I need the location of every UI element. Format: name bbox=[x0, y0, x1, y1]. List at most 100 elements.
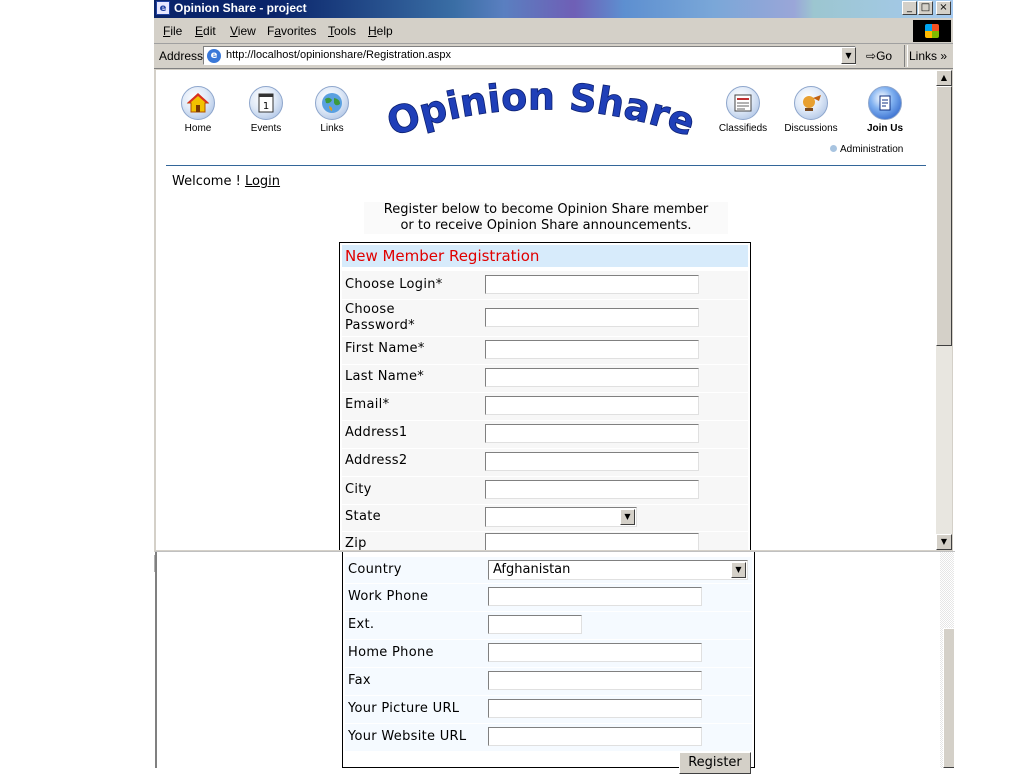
scroll-up-icon[interactable]: ▲ bbox=[936, 70, 952, 86]
home-icon bbox=[181, 86, 215, 120]
nav-links-label: Links bbox=[320, 123, 344, 134]
maximize-button[interactable]: □ bbox=[918, 1, 933, 15]
address-dropdown-button[interactable]: ▼ bbox=[841, 47, 856, 64]
password-field[interactable] bbox=[485, 308, 699, 327]
menu-edit[interactable]: Edit bbox=[195, 24, 216, 38]
address2-field[interactable] bbox=[485, 452, 699, 471]
login-link[interactable]: Login bbox=[245, 174, 280, 189]
email-field[interactable] bbox=[485, 396, 699, 415]
menu-file[interactable]: File bbox=[163, 24, 182, 38]
address1-field[interactable] bbox=[485, 424, 699, 443]
form-row: State ▼ bbox=[342, 504, 748, 531]
header-divider bbox=[166, 165, 926, 166]
nav-events[interactable]: 1 Events bbox=[236, 86, 296, 134]
join-icon bbox=[868, 86, 902, 120]
ext-field[interactable] bbox=[488, 615, 582, 634]
nav-join-us[interactable]: Join Us bbox=[855, 86, 915, 134]
form-row: Fax bbox=[345, 667, 752, 695]
home-phone-field[interactable] bbox=[488, 643, 702, 662]
field-label: Choose Password* bbox=[345, 302, 415, 333]
work-phone-field[interactable] bbox=[488, 587, 702, 606]
title-bar[interactable]: e Opinion Share - project _ □ × bbox=[154, 0, 953, 18]
zip-field[interactable] bbox=[485, 533, 699, 550]
welcome-text: Welcome ! Login bbox=[172, 174, 281, 189]
fax-field[interactable] bbox=[488, 671, 702, 690]
go-arrow-icon: ⇨ bbox=[866, 49, 877, 63]
first-name-field[interactable] bbox=[485, 340, 699, 359]
scroll-down-icon[interactable]: ▼ bbox=[936, 534, 952, 550]
nav-discussions-label: Discussions bbox=[784, 123, 838, 134]
links-button[interactable]: Links » bbox=[909, 49, 947, 63]
newspaper-icon bbox=[726, 86, 760, 120]
country-select[interactable]: Afghanistan ▼ bbox=[488, 560, 748, 580]
menu-tools[interactable]: Tools bbox=[328, 24, 356, 38]
bullet-icon bbox=[830, 145, 837, 152]
administration-link[interactable]: Administration bbox=[830, 144, 903, 155]
nav-discussions[interactable]: Discussions bbox=[781, 86, 841, 134]
nav-events-label: Events bbox=[250, 123, 282, 134]
field-label: Zip bbox=[345, 536, 367, 550]
form-header: New Member Registration bbox=[342, 245, 748, 267]
minimize-button[interactable]: _ bbox=[902, 1, 917, 15]
address-input[interactable]: e http://localhost/opinionshare/Registra… bbox=[203, 46, 856, 65]
nav-home[interactable]: Home bbox=[168, 86, 228, 134]
globe-icon bbox=[315, 86, 349, 120]
register-button[interactable]: Register bbox=[679, 752, 751, 774]
field-label: Address2 bbox=[345, 453, 408, 468]
website-url-field[interactable] bbox=[488, 727, 702, 746]
login-field[interactable] bbox=[485, 275, 699, 294]
intro-text: Register below to become Opinion Share m… bbox=[364, 202, 728, 234]
calendar-icon: 1 bbox=[249, 86, 283, 120]
page-viewport[interactable]: Home 1 Events Links Opinion Share Classi… bbox=[156, 70, 936, 550]
browser-window: e Opinion Share - project _ □ × File Edi… bbox=[154, 0, 953, 552]
nav-links[interactable]: Links bbox=[302, 86, 362, 134]
nav-classifieds[interactable]: Classifieds bbox=[713, 86, 773, 134]
chevron-down-icon[interactable]: ▼ bbox=[731, 562, 746, 578]
close-button[interactable]: × bbox=[936, 1, 951, 15]
go-button[interactable]: ⇨Go bbox=[866, 49, 892, 63]
menu-view[interactable]: View bbox=[230, 24, 256, 38]
field-label: Your Picture URL bbox=[348, 701, 460, 716]
city-field[interactable] bbox=[485, 480, 699, 499]
window-title: Opinion Share - project bbox=[174, 1, 307, 15]
svg-text:Opinion Share: Opinion Share bbox=[386, 82, 696, 142]
form-row: Ext. bbox=[345, 611, 752, 639]
state-select[interactable]: ▼ bbox=[485, 507, 637, 527]
chevron-more-icon: » bbox=[940, 49, 948, 63]
field-label: Your Website URL bbox=[348, 729, 467, 744]
scroll-thumb[interactable] bbox=[936, 86, 952, 346]
field-label: Country bbox=[348, 562, 402, 577]
form-row: Last Name* bbox=[342, 364, 748, 392]
chevron-down-icon[interactable]: ▼ bbox=[620, 509, 635, 525]
ie-window-icon: e bbox=[156, 1, 170, 15]
field-label: First Name* bbox=[345, 341, 425, 356]
menu-favorites[interactable]: Favorites bbox=[267, 24, 316, 38]
nav-home-label: Home bbox=[184, 123, 212, 134]
address-label: Address bbox=[159, 49, 204, 63]
menu-help[interactable]: Help bbox=[368, 24, 393, 38]
opinion-share-logo: Opinion Share bbox=[386, 82, 696, 142]
registration-form-continued: Country Afghanistan ▼ Work Phone Ext. Ho… bbox=[342, 552, 755, 768]
lower-scroll-thumb[interactable] bbox=[943, 628, 954, 768]
menu-bar: File Edit View Favorites Tools Help bbox=[154, 19, 953, 44]
address-url[interactable]: http://localhost/opinionshare/Registrati… bbox=[226, 49, 451, 61]
picture-url-field[interactable] bbox=[488, 699, 702, 718]
last-name-field[interactable] bbox=[485, 368, 699, 387]
intro-line-1: Register below to become Opinion Share m… bbox=[383, 202, 709, 217]
form-row: Country Afghanistan ▼ bbox=[345, 556, 752, 583]
form-row: Choose Login* bbox=[342, 270, 748, 299]
field-label: Last Name* bbox=[345, 369, 425, 384]
svg-text:1: 1 bbox=[263, 101, 269, 112]
nav-classifieds-label: Classifieds bbox=[718, 123, 768, 134]
address-bar: Address e http://localhost/opinionshare/… bbox=[154, 44, 953, 69]
form-title: New Member Registration bbox=[345, 247, 540, 265]
form-row: Address2 bbox=[342, 448, 748, 476]
toolbar-separator bbox=[904, 45, 908, 67]
lower-page-pane[interactable]: Country Afghanistan ▼ Work Phone Ext. Ho… bbox=[155, 552, 954, 768]
form-row: Work Phone bbox=[345, 583, 752, 611]
vertical-scrollbar[interactable]: ▲ ▼ bbox=[936, 70, 952, 550]
field-label: Email* bbox=[345, 397, 390, 412]
registration-form: New Member Registration Choose Login* Ch… bbox=[339, 242, 751, 550]
form-row: First Name* bbox=[342, 336, 748, 364]
field-label: Address1 bbox=[345, 425, 408, 440]
